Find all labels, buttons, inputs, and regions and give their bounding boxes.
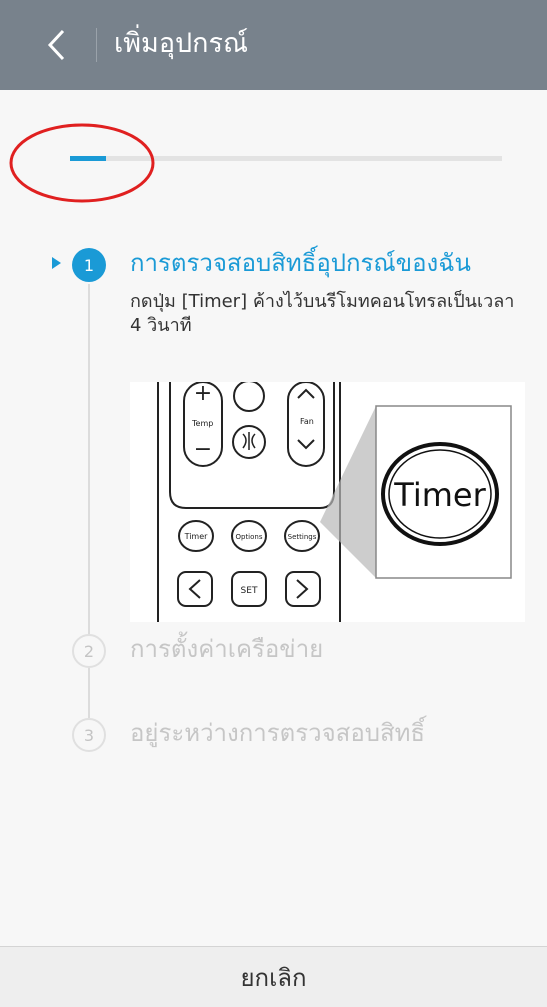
temp-label: Temp <box>191 419 213 428</box>
header-divider <box>96 28 97 62</box>
step-connector <box>88 284 90 634</box>
step-number-3: 3 <box>72 718 106 752</box>
step-description-1: กดปุ่ม [Timer] ค้างไว้บนรีโมทคอนโทรลเป็น… <box>130 291 515 336</box>
step-number-1: 1 <box>72 248 106 282</box>
set-button-label: SET <box>241 586 258 596</box>
cancel-button[interactable]: ยกเลิก <box>0 946 547 1007</box>
options-button-label: Options <box>235 533 262 541</box>
step-number-2: 2 <box>72 634 106 668</box>
step-title-3: อยู่ระหว่างการตรวจสอบสิทธิ์ <box>130 719 426 747</box>
annotation-circle <box>9 123 155 203</box>
step-title-2: การตั้งค่าเครือข่าย <box>130 635 324 663</box>
fan-label: Fan <box>300 417 314 426</box>
back-button[interactable] <box>32 20 80 70</box>
current-step-pointer-icon <box>52 257 61 269</box>
page-title: เพิ่มอุปกรณ์ <box>114 28 249 59</box>
app-header: เพิ่มอุปกรณ์ <box>0 0 547 90</box>
timer-button-label: Timer <box>184 532 209 541</box>
settings-button-label: Settings <box>288 533 317 541</box>
svg-text:−: − <box>194 437 212 462</box>
step-title-1: การตรวจสอบสิทธิ์อุปกรณ์ของฉัน <box>130 249 471 277</box>
timer-zoom-label: Timer <box>393 476 486 514</box>
chevron-left-icon <box>47 29 65 61</box>
remote-drawing: + − Temp Fan Timer Options Settings SET … <box>157 382 512 622</box>
step-connector <box>88 668 90 718</box>
remote-illustration: + − Temp Fan Timer Options Settings SET … <box>130 382 525 622</box>
svg-text:+: + <box>194 382 212 406</box>
